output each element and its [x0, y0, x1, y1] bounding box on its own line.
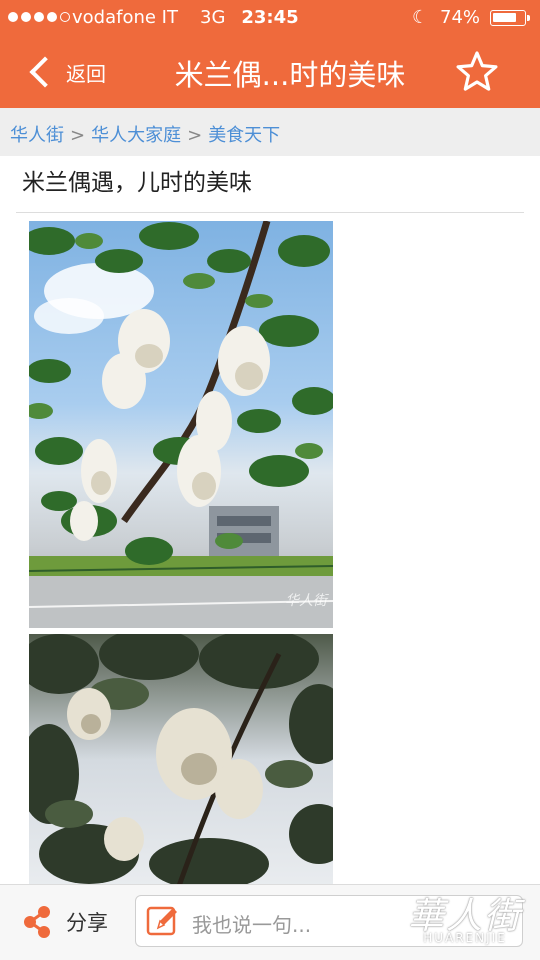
star-icon[interactable] — [454, 48, 500, 94]
acacia-blossom-photo — [29, 221, 333, 628]
nav-bar: 返回 米兰偶...时的美味 — [0, 36, 540, 108]
post-photo-2[interactable] — [29, 634, 333, 886]
back-label: 返回 — [66, 61, 106, 86]
top-bar: vodafone IT 3G 23:45 ☾ 74% 返回 米兰偶...时的美味 — [0, 0, 540, 108]
breadcrumb-separator: > — [70, 125, 86, 146]
share-button[interactable]: 分享 — [22, 905, 108, 939]
page-title: 米兰偶...时的美味 — [174, 58, 406, 92]
share-label: 分享 — [66, 911, 108, 935]
bottom-toolbar: 分享 我也说一句... 華人街 HUARENJIE — [0, 884, 540, 960]
breadcrumb-separator: > — [187, 125, 203, 146]
breadcrumb-item-1[interactable]: 华人大家庭 — [91, 125, 181, 146]
chevron-left-icon — [29, 56, 61, 88]
do-not-disturb-icon: ☾ — [412, 7, 429, 28]
battery-icon — [490, 10, 530, 26]
photo-watermark: 华人街 — [285, 593, 327, 609]
status-bar: vodafone IT 3G 23:45 ☾ 74% — [0, 0, 540, 36]
breadcrumb: 华人街 > 华人大家庭 > 美食天下 — [0, 108, 540, 156]
post-photo-1[interactable]: 华人街 — [29, 221, 333, 628]
divider — [16, 212, 524, 213]
post-title: 米兰偶遇，儿时的美味 — [22, 170, 252, 196]
brand-watermark: 華人街 HUARENJIE — [392, 897, 538, 953]
back-button[interactable]: 返回 — [26, 52, 106, 92]
breadcrumb-item-2[interactable]: 美食天下 — [208, 125, 280, 146]
comment-placeholder: 我也说一句... — [192, 913, 312, 937]
breadcrumb-item-0[interactable]: 华人街 — [10, 125, 64, 146]
battery-percent: 74% — [440, 7, 481, 28]
share-icon — [24, 906, 50, 938]
acacia-tree-photo — [29, 634, 333, 886]
edit-icon — [146, 906, 177, 936]
